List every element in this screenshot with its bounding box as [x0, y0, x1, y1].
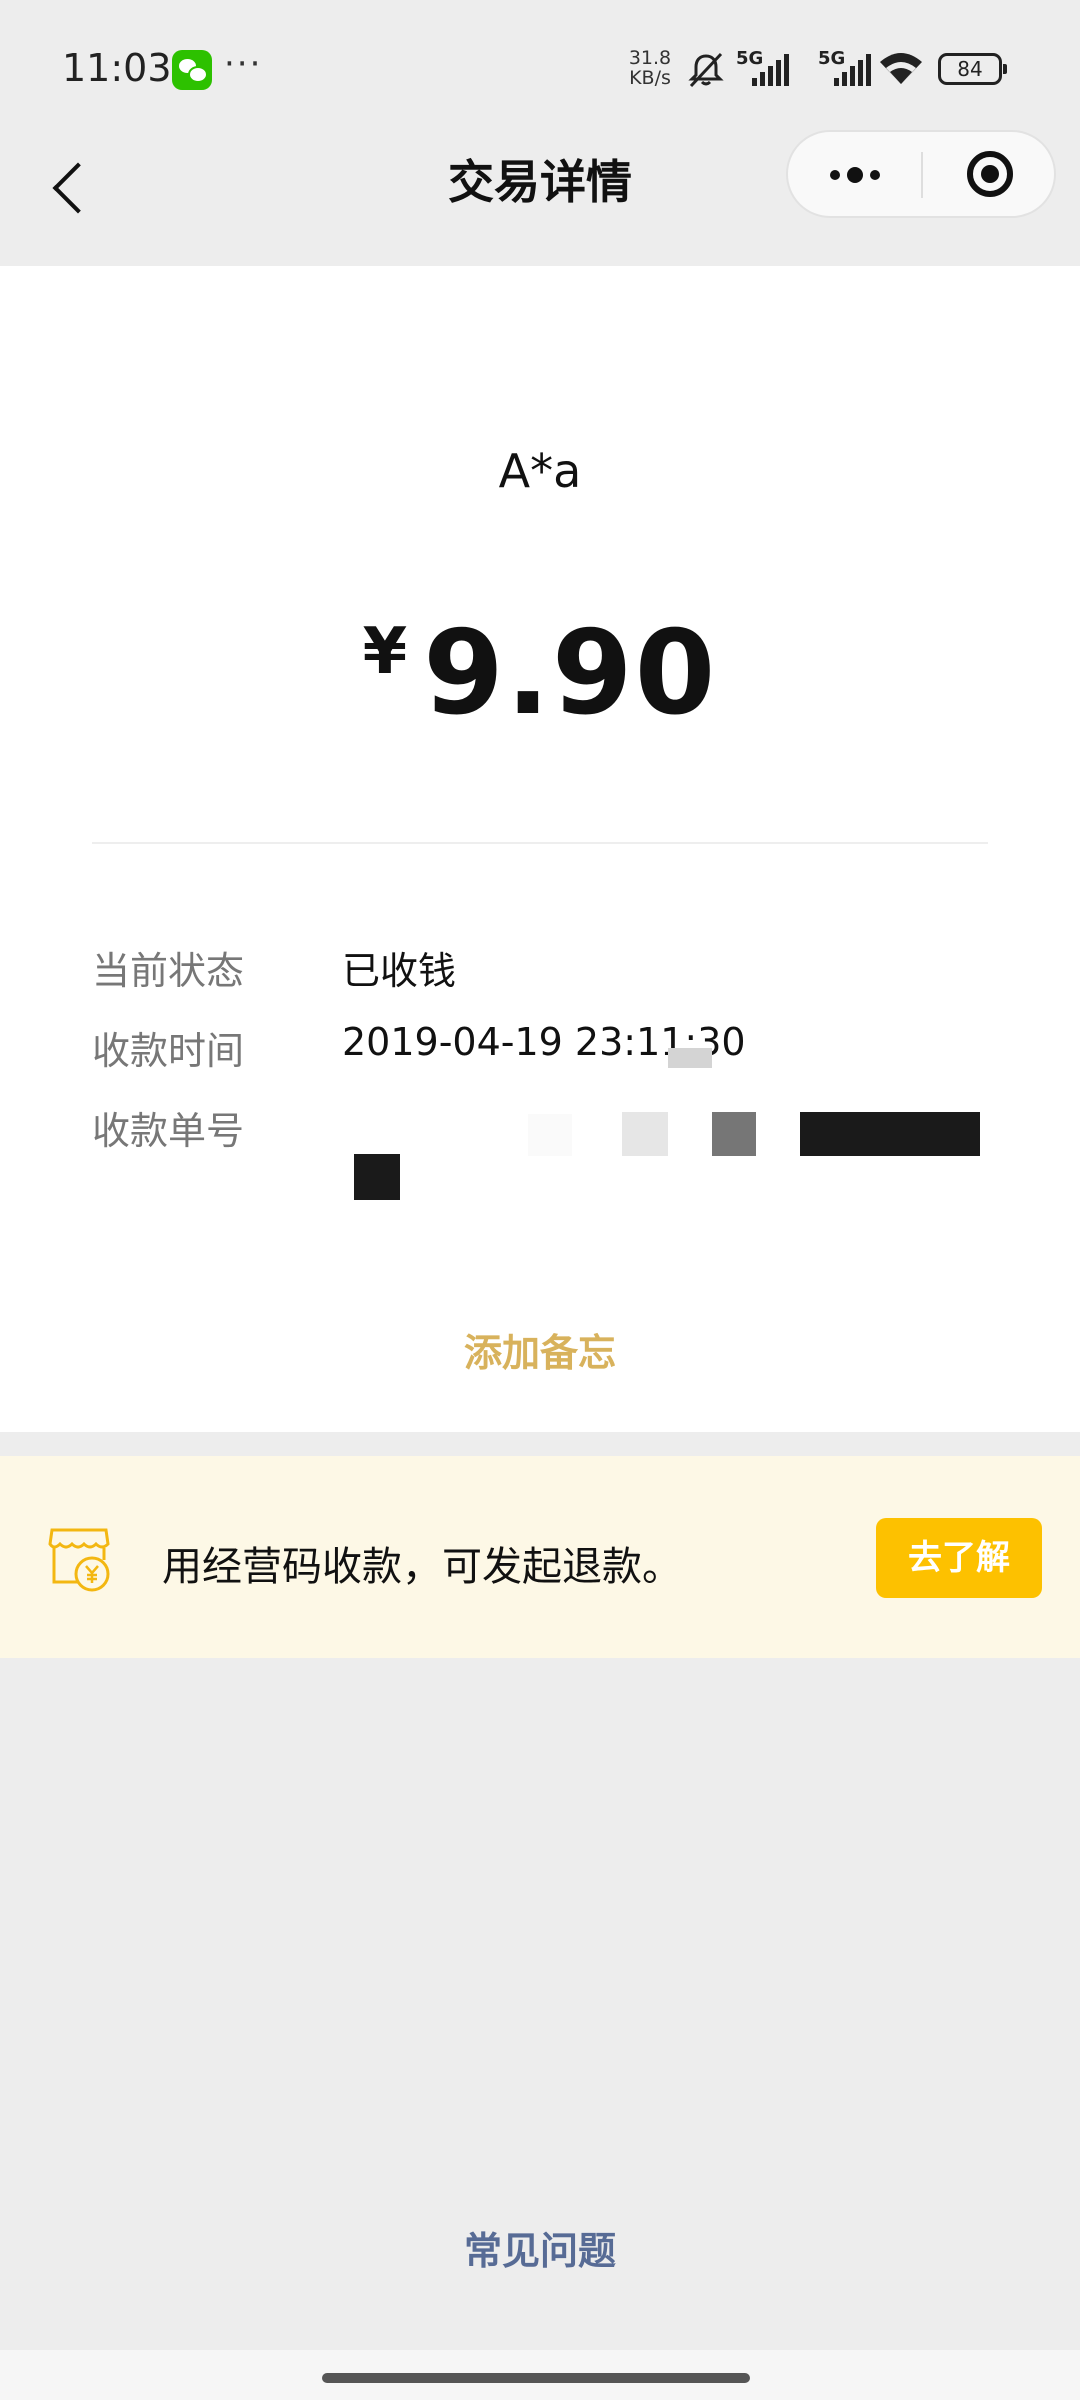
- transaction-card: A*a ¥9.90 当前状态 已收钱 收款时间 2019-04-19 23:11…: [0, 266, 1080, 1432]
- network-speed: 31.8 KB/s: [626, 48, 674, 88]
- home-indicator[interactable]: [322, 2373, 750, 2383]
- time-label: 收款时间: [92, 1029, 245, 1073]
- status-label: 当前状态: [92, 949, 245, 993]
- promo-text: 用经营码收款，可发起退款。: [162, 1544, 682, 1590]
- status-time: 11:03: [62, 46, 172, 90]
- status-value: 已收钱: [342, 949, 457, 993]
- nav-bar: 交易详情: [0, 130, 1080, 266]
- more-notifications-icon: ···: [224, 44, 263, 84]
- learn-more-button[interactable]: 去了解: [876, 1518, 1042, 1598]
- divider: [92, 842, 988, 844]
- redaction-mark: [354, 1154, 400, 1200]
- wechat-icon: [172, 50, 212, 90]
- redaction-mark: [800, 1112, 980, 1156]
- more-icon: [830, 170, 840, 180]
- payer-name: A*a: [498, 444, 582, 498]
- redaction-mark: [668, 1048, 712, 1068]
- redaction-mark: [528, 1114, 572, 1156]
- order-number-label: 收款单号: [92, 1109, 245, 1153]
- network-speed-unit: KB/s: [629, 67, 671, 89]
- shop-yen-icon: [48, 1528, 110, 1592]
- signal-icon: 5G: [736, 48, 792, 88]
- signal-icon: 5G: [818, 48, 874, 88]
- amount: ¥9.90: [0, 606, 1080, 741]
- battery-icon: 84: [938, 53, 1007, 85]
- miniprogram-capsule: [786, 130, 1056, 218]
- currency-symbol: ¥: [362, 615, 408, 689]
- faq-link[interactable]: 常见问题: [0, 2220, 1080, 2275]
- close-miniprogram-button[interactable]: [923, 132, 1056, 216]
- wifi-icon: [880, 53, 922, 84]
- signal-label: 5G: [818, 48, 846, 69]
- signal-label: 5G: [736, 48, 764, 69]
- add-memo-link[interactable]: 添加备忘: [0, 1322, 1080, 1377]
- mute-icon: [688, 52, 724, 88]
- promo-banner: 用经营码收款，可发起退款。 去了解: [0, 1456, 1080, 1658]
- amount-value: 9.90: [423, 606, 718, 741]
- redaction-mark: [712, 1112, 756, 1156]
- more-button[interactable]: [788, 132, 921, 216]
- network-speed-value: 31.8: [628, 47, 672, 69]
- redaction-mark: [622, 1112, 668, 1156]
- status-bar: 11:03 ··· 31.8 KB/s 5G 5G 84: [0, 0, 1080, 130]
